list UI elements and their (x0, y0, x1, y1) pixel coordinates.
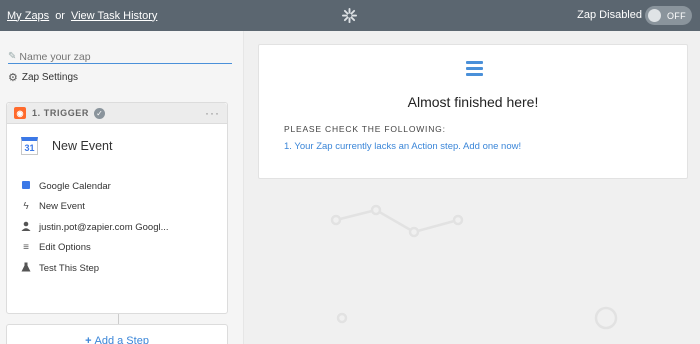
plus-icon: + (85, 335, 92, 344)
trigger-account-item[interactable]: justin.pot@zapier.com Googl... (20, 217, 169, 238)
zap-settings-label: Zap Settings (21, 72, 79, 83)
or-text: or (55, 9, 65, 22)
trigger-item-label: New Event (39, 201, 85, 213)
step-connector (118, 314, 119, 324)
toggle-knob (648, 9, 661, 22)
trigger-item-label: Test This Step (39, 262, 100, 274)
trigger-event-item[interactable]: ϟ New Event (20, 197, 169, 218)
check-heading: PLEASE CHECK THE FOLLOWING: (284, 124, 446, 134)
checkmark-icon: ✓ (94, 107, 106, 119)
trigger-item-label: Edit Options (39, 242, 91, 254)
toggle-label: OFF (667, 10, 686, 21)
trigger-options-item[interactable]: ≡ Edit Options (20, 238, 169, 259)
my-zaps-link[interactable]: My Zaps (7, 10, 49, 22)
zap-name-field-wrap: ✎ (8, 50, 232, 64)
trigger-item-label: justin.pot@zapier.com Googl... (39, 221, 169, 233)
task-history-link[interactable]: View Task History (71, 10, 157, 22)
google-calendar-icon (20, 180, 32, 192)
gear-icon: ⚙ (8, 72, 18, 84)
trigger-event-name: New Event (52, 139, 113, 153)
zap-settings-link[interactable]: ⚙ Zap Settings (8, 71, 78, 84)
lines-icon: ≡ (23, 242, 29, 254)
google-calendar-app-icon: 31 (21, 137, 38, 155)
user-icon (20, 221, 32, 234)
zap-status-text: Zap Disabled (577, 9, 642, 21)
zap-name-input[interactable] (19, 50, 220, 63)
decorative-background-graphic (330, 204, 618, 330)
steps-list-icon (466, 61, 483, 79)
add-step-label: Add a Step (94, 335, 149, 344)
zap-toggle[interactable]: OFF (645, 6, 692, 25)
trigger-header: ◉ 1. TRIGGER ✓ ··· (7, 103, 227, 124)
trigger-step-card[interactable]: ◉ 1. TRIGGER ✓ ··· 31 New Event Google C… (6, 102, 228, 314)
editor-sidebar: ✎ ⚙ Zap Settings ◉ 1. TRIGGER ✓ ··· 31 N… (0, 31, 244, 344)
more-options-icon[interactable]: ··· (205, 106, 220, 120)
trigger-event[interactable]: 31 New Event (21, 137, 112, 155)
top-bar: My Zaps or View Task History Zap Disable… (0, 0, 700, 31)
pencil-icon: ✎ (8, 51, 17, 62)
lightning-icon: ϟ (23, 201, 29, 213)
trigger-app-item[interactable]: Google Calendar (20, 176, 169, 197)
card-title: Almost finished here! (407, 94, 539, 110)
trigger-test-item[interactable]: Test This Step (20, 258, 169, 279)
trigger-item-label: Google Calendar (39, 180, 111, 192)
add-step-button[interactable]: + Add a Step (6, 324, 228, 344)
zapier-logo-icon[interactable] (342, 8, 357, 23)
flask-icon (20, 262, 32, 275)
trigger-label: 1. TRIGGER (32, 108, 90, 118)
status-card: Almost finished here! PLEASE CHECK THE F… (258, 44, 688, 179)
trigger-app-icon: ◉ (14, 107, 26, 119)
trigger-steps-list: Google Calendar ϟ New Event justin.pot@z… (20, 176, 169, 279)
missing-action-link[interactable]: 1. Your Zap currently lacks an Action st… (284, 141, 521, 152)
